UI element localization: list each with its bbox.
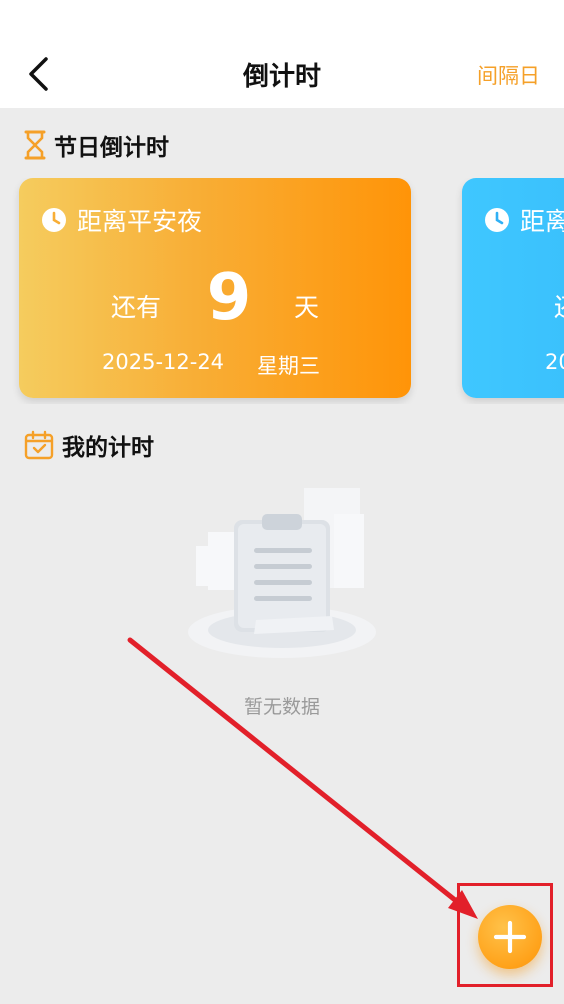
empty-state-illustration bbox=[184, 484, 380, 664]
clock-icon bbox=[485, 208, 509, 232]
remain-suffix: 天 bbox=[294, 293, 320, 322]
card-title: 距离平安夜 bbox=[77, 207, 203, 236]
add-timer-button[interactable] bbox=[478, 905, 542, 969]
clock-icon bbox=[42, 208, 66, 232]
festival-section-header: 节日倒计时 bbox=[24, 128, 169, 162]
festival-card-next[interactable]: 距离 还 20 bbox=[462, 178, 564, 398]
remain-prefix: 还有 bbox=[111, 293, 162, 322]
top-bar: 倒计时 间隔日 bbox=[0, 0, 564, 108]
festival-card-carousel[interactable]: 距离平安夜 还有 9 天 2025-12-24 星期三 距离 还 20 bbox=[0, 178, 564, 404]
card-date: 2025-12-24 bbox=[102, 350, 225, 374]
my-timers-section-label: 我的计时 bbox=[62, 435, 154, 461]
card-title: 距离 bbox=[520, 207, 564, 236]
remaining-days: 9 bbox=[206, 261, 252, 335]
hourglass-icon bbox=[24, 130, 46, 160]
calendar-icon bbox=[24, 430, 54, 460]
card-date: 20 bbox=[545, 350, 564, 374]
empty-clipboard-icon bbox=[188, 488, 376, 658]
interval-days-link[interactable]: 间隔日 bbox=[477, 60, 540, 90]
my-timers-section-header: 我的计时 bbox=[24, 428, 154, 462]
card-weekday: 星期三 bbox=[257, 354, 320, 378]
empty-state-text: 暂无数据 bbox=[243, 696, 320, 718]
plus-icon bbox=[493, 920, 527, 954]
remain-prefix: 还 bbox=[554, 288, 564, 324]
festival-card-christmas-eve[interactable]: 距离平安夜 还有 9 天 2025-12-24 星期三 bbox=[19, 178, 411, 398]
festival-section-label: 节日倒计时 bbox=[54, 135, 169, 161]
